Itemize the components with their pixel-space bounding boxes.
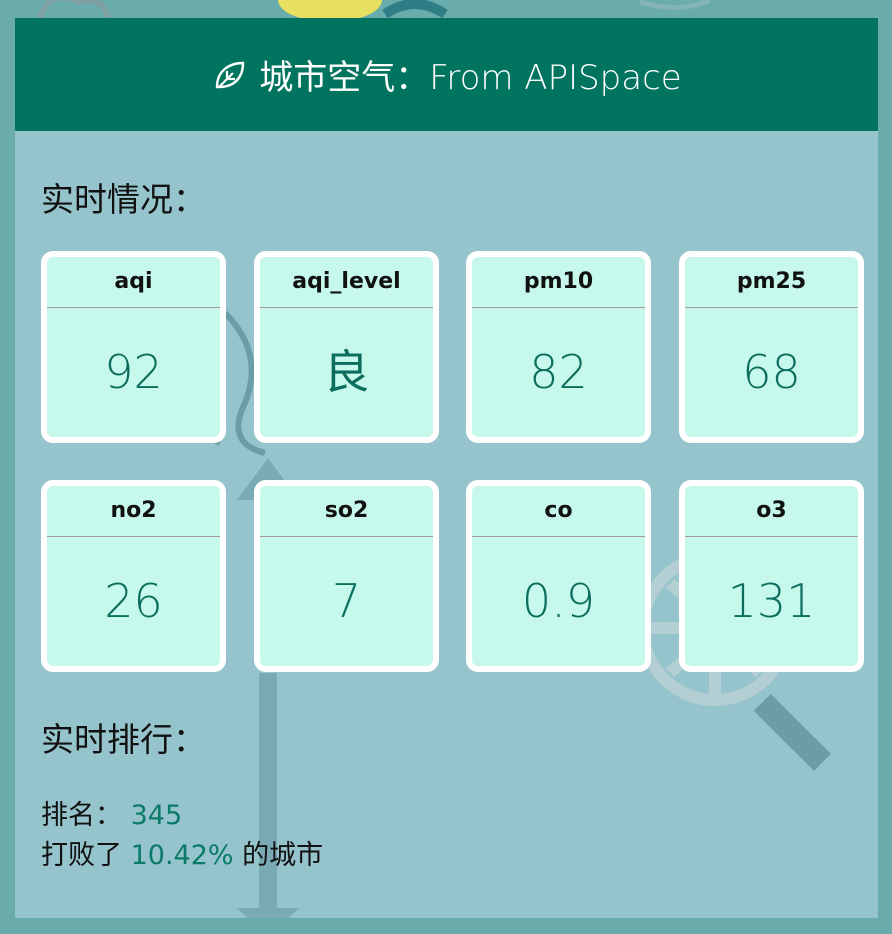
metric-value: 0.9	[521, 574, 596, 628]
metric-value: 92	[104, 345, 163, 399]
cloud-icon	[37, 0, 111, 20]
metric-value: 68	[742, 345, 801, 399]
leaf-icon	[216, 61, 245, 88]
metric-tile-aqi: aqi 92	[41, 251, 226, 443]
page-title: 城市空气：From APISpace	[259, 58, 682, 98]
ranking-section-title: 实时排行：	[41, 720, 206, 759]
metric-tile-o3: o3 131	[679, 480, 864, 672]
rank-value: 345	[130, 800, 183, 831]
beat-prefix: 打败了	[41, 840, 122, 871]
metric-value: 良	[323, 345, 370, 399]
metric-label: so2	[260, 486, 433, 537]
metric-label: o3	[685, 486, 858, 537]
card-decoration	[208, 310, 831, 918]
rank-label: 排名：	[41, 800, 122, 831]
metric-tile-co: co 0.9	[466, 480, 651, 672]
magnifier-handle-icon	[753, 693, 831, 771]
metric-value: 82	[529, 345, 588, 399]
metric-tile-so2: so2 7	[254, 480, 439, 672]
metric-tile-aqi-level: aqi_level 良	[254, 251, 439, 443]
beat-line: 打败了 10.42% 的城市	[41, 833, 323, 872]
page-header: 城市空气：From APISpace	[15, 18, 878, 131]
metric-value: 26	[104, 574, 163, 628]
metric-label: aqi	[47, 257, 220, 308]
rank-line: 排名： 345	[41, 793, 182, 832]
metric-value: 7	[331, 574, 362, 628]
wave-icon	[382, 0, 448, 19]
metric-label: pm25	[685, 257, 858, 308]
air-quality-card: 城市空气：From APISpace 实时情况： aqi 92 aqi_leve…	[15, 18, 878, 918]
metric-tile-pm25: pm25 68	[679, 251, 864, 443]
beat-value: 10.42%	[130, 840, 234, 871]
beat-suffix: 的城市	[242, 840, 324, 871]
metric-label: co	[472, 486, 645, 537]
metric-label: aqi_level	[260, 257, 433, 308]
metric-label: no2	[47, 486, 220, 537]
metric-value: 131	[727, 574, 816, 628]
metric-label: pm10	[472, 257, 645, 308]
realtime-section-title: 实时情况：	[41, 180, 206, 219]
wind-icon	[639, 0, 712, 11]
metric-tile-no2: no2 26	[41, 480, 226, 672]
metric-tile-pm10: pm10 82	[466, 251, 651, 443]
